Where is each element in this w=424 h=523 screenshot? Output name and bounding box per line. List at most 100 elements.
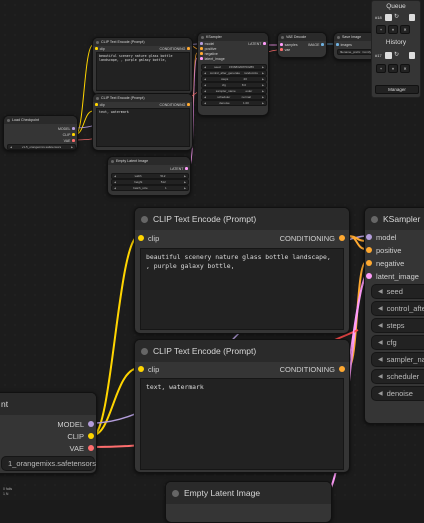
- input-positive[interactable]: positive: [366, 244, 401, 256]
- decrement-arrow-icon[interactable]: ◀: [378, 390, 383, 397]
- image-icon[interactable]: [385, 52, 392, 59]
- big-empty-latent-title[interactable]: Empty Latent Image: [166, 482, 331, 504]
- manager-button[interactable]: Manager: [375, 85, 419, 94]
- decrement-arrow-icon[interactable]: ◀: [204, 84, 206, 87]
- image-icon[interactable]: [385, 14, 392, 21]
- decrement-arrow-icon[interactable]: ◀: [204, 90, 206, 93]
- decrement-arrow-icon[interactable]: ◀: [378, 356, 383, 363]
- increment-arrow-icon[interactable]: ▶: [262, 84, 264, 87]
- collapse-dot-icon[interactable]: [111, 159, 114, 163]
- collapse-dot-icon[interactable]: [371, 215, 378, 223]
- mini-load-checkpoint-title[interactable]: Load Checkpoint: [4, 116, 77, 124]
- output-conditioning[interactable]: CONDITIONING: [280, 232, 345, 244]
- collapse-dot-icon[interactable]: [96, 40, 99, 44]
- history-action-button[interactable]: ✕: [400, 64, 410, 73]
- widget-steps[interactable]: ◀ steps: [371, 318, 424, 333]
- decrement-arrow-icon[interactable]: ◀: [204, 78, 206, 81]
- history-action-button[interactable]: +: [376, 64, 386, 73]
- output-model[interactable]: MODEL: [57, 418, 94, 430]
- decrement-arrow-icon[interactable]: ◀: [114, 181, 116, 184]
- increment-arrow-icon[interactable]: ▶: [184, 187, 186, 190]
- output-latent[interactable]: LATENT: [248, 41, 266, 46]
- output-vae[interactable]: VAE: [64, 138, 75, 143]
- mini-load-checkpoint-node[interactable]: Load Checkpoint MODEL CLIP VAE ◀ v1-5_ora…: [3, 115, 78, 151]
- collapse-dot-icon[interactable]: [337, 35, 340, 39]
- collapse-dot-icon[interactable]: [96, 96, 99, 100]
- trash-icon[interactable]: [409, 14, 415, 21]
- big-ksampler-title[interactable]: KSampler: [365, 208, 424, 230]
- decrement-arrow-icon[interactable]: ◀: [204, 96, 206, 99]
- decrement-arrow-icon[interactable]: ◀: [378, 305, 383, 312]
- history-action-button[interactable]: ⏸: [388, 64, 398, 73]
- increment-arrow-icon[interactable]: ▶: [262, 66, 264, 69]
- queue-action-button[interactable]: ✕: [400, 25, 410, 34]
- mini-vae-decode-title[interactable]: VAE Decode: [278, 33, 326, 41]
- mini-ksampler-node[interactable]: KSampler model positive negative latent_…: [197, 32, 269, 116]
- mini-vae-decode-node[interactable]: VAE Decode samples vae IMAGE: [277, 32, 327, 58]
- refresh-icon[interactable]: ↻: [394, 13, 399, 20]
- increment-arrow-icon[interactable]: ▶: [96, 460, 97, 467]
- widget-denoise[interactable]: ◀ denoise: [371, 386, 424, 401]
- increment-arrow-icon[interactable]: ▶: [262, 96, 264, 99]
- decrement-arrow-icon[interactable]: ◀: [378, 339, 383, 346]
- collapse-dot-icon[interactable]: [7, 118, 10, 122]
- decrement-arrow-icon[interactable]: ◀: [378, 322, 383, 329]
- prompt-textarea[interactable]: text, watermark: [96, 108, 190, 147]
- output-latent[interactable]: LATENT: [170, 166, 188, 171]
- big-clip-negative-node[interactable]: CLIP Text Encode (Prompt) clip CONDITION…: [134, 339, 350, 473]
- queue-action-button[interactable]: +: [376, 25, 386, 34]
- input-model[interactable]: model: [366, 231, 396, 243]
- increment-arrow-icon[interactable]: ▶: [262, 90, 264, 93]
- output-clip[interactable]: CLIP: [67, 430, 94, 442]
- big-clip-positive-title[interactable]: CLIP Text Encode (Prompt): [135, 208, 349, 230]
- mini-ksampler-title[interactable]: KSampler: [198, 33, 268, 41]
- output-model[interactable]: MODEL: [58, 126, 75, 131]
- input-latent-image[interactable]: latent_image: [366, 270, 419, 282]
- input-vae[interactable]: vae: [280, 47, 290, 52]
- widget-sampler-name[interactable]: ◀sampler_name: [371, 352, 424, 367]
- widget-denoise[interactable]: ◀ denoise 1.00 ▶: [201, 100, 267, 106]
- decrement-arrow-icon[interactable]: ◀: [114, 187, 116, 190]
- mini-clip-positive-node[interactable]: CLIP Text Encode (Prompt) clip CONDITION…: [92, 37, 193, 95]
- input-images[interactable]: images: [336, 42, 352, 47]
- decrement-arrow-icon[interactable]: ◀: [378, 373, 383, 380]
- increment-arrow-icon[interactable]: ▶: [262, 78, 264, 81]
- increment-arrow-icon[interactable]: ▶: [184, 175, 186, 178]
- mini-empty-latent-node[interactable]: Empty Latent Image LATENT ◀ width 512 ▶ ◀ he…: [107, 156, 191, 196]
- collapse-dot-icon[interactable]: [281, 35, 284, 39]
- mini-empty-latent-title[interactable]: Empty Latent Image: [108, 157, 190, 165]
- increment-arrow-icon[interactable]: ▶: [262, 72, 264, 75]
- increment-arrow-icon[interactable]: ▶: [262, 102, 264, 105]
- output-conditioning[interactable]: CONDITIONING: [160, 46, 190, 51]
- decrement-arrow-icon[interactable]: ◀: [204, 102, 206, 105]
- prompt-textarea[interactable]: text, watermark: [140, 378, 344, 470]
- output-conditioning[interactable]: CONDITIONING: [160, 102, 190, 107]
- mini-clip-positive-title[interactable]: CLIP Text Encode (Prompt): [93, 38, 192, 46]
- queue-action-button[interactable]: ⏸: [388, 25, 398, 34]
- input-clip[interactable]: clip: [138, 232, 159, 244]
- graph-canvas[interactable]: CLIP Text Encode (Prompt) clip CONDITION…: [0, 0, 424, 523]
- mini-clip-negative-node[interactable]: CLIP Text Encode (Prompt) clip CONDITION…: [92, 93, 193, 151]
- input-clip[interactable]: clip: [95, 102, 105, 107]
- collapse-dot-icon[interactable]: [141, 215, 148, 223]
- big-ksampler-node[interactable]: KSampler model positive negative latent_…: [364, 207, 424, 424]
- decrement-arrow-icon[interactable]: ◀: [204, 66, 206, 69]
- output-clip[interactable]: CLIP: [63, 132, 75, 137]
- widget-batch-size[interactable]: ◀ batch_size 1 ▶: [111, 185, 189, 191]
- output-conditioning[interactable]: CONDITIONING: [280, 363, 345, 375]
- input-clip[interactable]: clip: [138, 363, 159, 375]
- mini-clip-negative-title[interactable]: CLIP Text Encode (Prompt): [93, 94, 192, 102]
- prompt-textarea[interactable]: beautiful scenery nature glass bottle la…: [140, 248, 344, 330]
- decrement-arrow-icon[interactable]: ◀: [114, 175, 116, 178]
- widget-seed[interactable]: ◀ seed: [371, 284, 424, 299]
- big-empty-latent-node[interactable]: Empty Latent Image: [165, 481, 332, 523]
- output-vae[interactable]: VAE: [70, 442, 94, 454]
- increment-arrow-icon[interactable]: ▶: [71, 146, 73, 149]
- big-clip-positive-node[interactable]: CLIP Text Encode (Prompt) clip CONDITION…: [134, 207, 350, 334]
- collapse-dot-icon[interactable]: [141, 347, 148, 355]
- widget-cfg[interactable]: ◀ cfg: [371, 335, 424, 350]
- increment-arrow-icon[interactable]: ▶: [184, 181, 186, 184]
- input-clip[interactable]: clip: [95, 46, 105, 51]
- trash-icon[interactable]: [409, 52, 415, 59]
- decrement-arrow-icon[interactable]: ◀: [10, 146, 12, 149]
